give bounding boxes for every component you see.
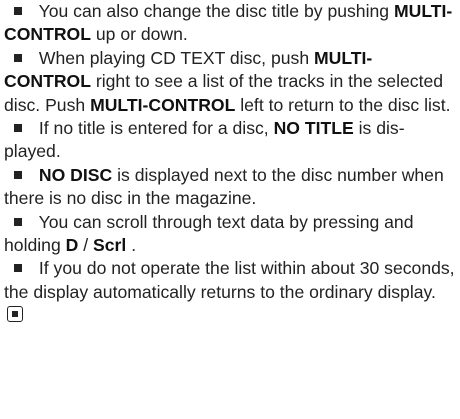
bullet-item-cd-text: When playing CD TEXT disc, push MULTI-CO…	[4, 47, 456, 117]
bullet-item-change-title: You can also change the disc title by pu…	[4, 0, 456, 47]
item-text: left to return to the disc list.	[240, 94, 451, 115]
manual-bullet-list: You can also change the disc title by pu…	[4, 0, 456, 328]
key-name: Scrl	[93, 235, 127, 256]
bullet-icon	[14, 7, 22, 15]
item-text: When playing CD TEXT disc, push	[38, 47, 314, 68]
bullet-item-timeout: If you do not operate the list within ab…	[4, 257, 456, 327]
key-name: D	[65, 235, 79, 256]
bullet-icon	[14, 264, 22, 273]
display-message: NO DISC	[38, 164, 113, 185]
item-text: If you do not operate the list within ab…	[4, 258, 455, 302]
bullet-icon	[14, 53, 22, 62]
key-name: MULTI-CONTROL	[90, 94, 236, 115]
item-text: .	[131, 235, 137, 256]
bullet-icon	[14, 124, 22, 133]
item-text: If no title is entered for a disc,	[38, 118, 274, 139]
item-text: You can also change the disc title by pu…	[38, 1, 394, 21]
display-message: NO TITLE	[273, 118, 354, 139]
bullet-icon	[14, 170, 22, 179]
item-text: up or down.	[95, 24, 188, 45]
bullet-item-scroll-text: You can scroll through text data by pres…	[4, 211, 456, 258]
item-text: /	[83, 235, 89, 256]
bullet-icon	[14, 217, 22, 226]
bullet-item-no-title: If no title is entered for a disc, NO TI…	[4, 117, 456, 164]
bullet-item-no-disc: NO DISC is displayed next to the disc nu…	[4, 164, 456, 211]
stop-icon	[7, 306, 23, 323]
